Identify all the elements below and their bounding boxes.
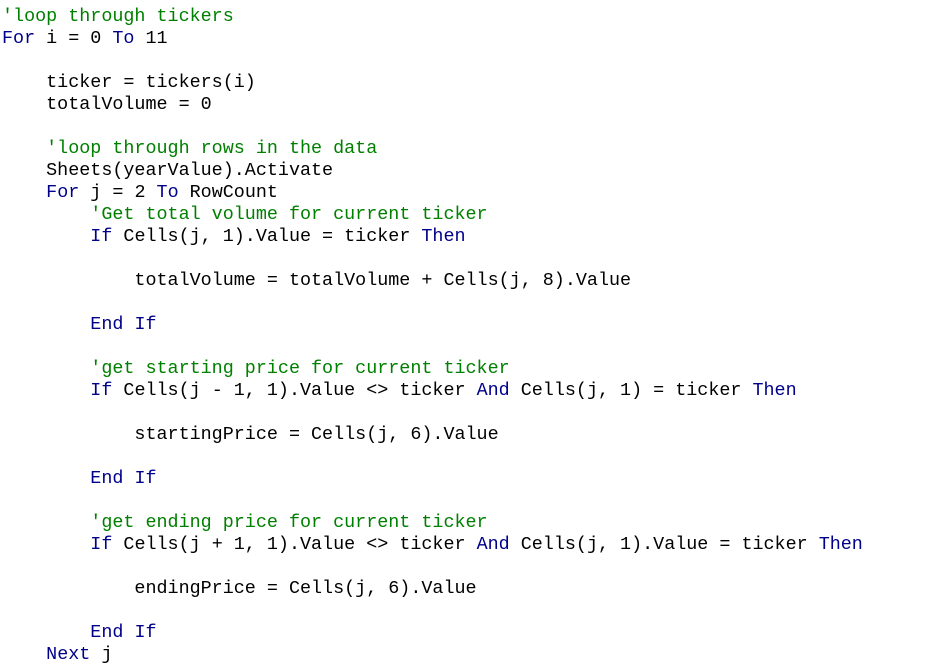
- code-token-plain: j: [90, 644, 113, 664]
- code-token-plain: totalVolume = totalVolume + Cells(j, 8).…: [2, 270, 632, 291]
- code-line[interactable]: For j = 2 To RowCount: [2, 182, 278, 204]
- code-line[interactable]: startingPrice = Cells(j, 6).Value: [2, 424, 499, 446]
- code-line[interactable]: 'Get total volume for current ticker: [2, 204, 488, 226]
- code-token-keyword: And: [476, 534, 510, 555]
- code-token-keyword: And: [476, 380, 510, 401]
- code-line[interactable]: ticker = tickers(i): [2, 72, 256, 94]
- code-token-keyword: Then: [752, 380, 797, 401]
- code-token-keyword: If: [90, 226, 113, 247]
- code-line[interactable]: If Cells(j - 1, 1).Value <> ticker And C…: [2, 380, 797, 402]
- code-token-comment: 'Get total volume for current ticker: [2, 204, 488, 225]
- code-token-plain: i = 0: [35, 28, 113, 49]
- code-line[interactable]: totalVolume = totalVolume + Cells(j, 8).…: [2, 270, 631, 292]
- code-token-plain: totalVolume = 0: [2, 94, 212, 115]
- code-line[interactable]: End If: [2, 622, 157, 644]
- code-token-keyword: If: [90, 380, 113, 401]
- code-token-keyword: End If: [90, 468, 157, 489]
- code-line[interactable]: End If: [2, 314, 157, 336]
- code-token-plain: j = 2: [79, 182, 157, 203]
- code-token-plain: startingPrice = Cells(j, 6).Value: [2, 424, 499, 445]
- code-token-plain: Cells(j, 1).Value = ticker: [112, 226, 422, 247]
- code-token-plain: RowCount: [178, 182, 278, 203]
- code-token-keyword: To: [156, 182, 179, 203]
- code-token-plain: Cells(j, 1).Value = ticker: [509, 534, 819, 555]
- code-line[interactable]: endingPrice = Cells(j, 6).Value: [2, 578, 477, 600]
- code-line[interactable]: 'loop through rows in the data: [2, 138, 377, 160]
- code-token-keyword: For: [2, 28, 36, 49]
- code-token-plain: 11: [134, 28, 168, 49]
- code-token-keyword: Next: [46, 644, 91, 664]
- code-line[interactable]: If Cells(j + 1, 1).Value <> ticker And C…: [2, 534, 863, 556]
- code-line[interactable]: 'loop through tickers: [2, 6, 234, 28]
- code-token-plain: Cells(j + 1, 1).Value <> ticker: [112, 534, 477, 555]
- code-token-keyword: End If: [90, 622, 157, 643]
- code-token-keyword: End If: [90, 314, 157, 335]
- code-line[interactable]: 'get ending price for current ticker: [2, 512, 488, 534]
- code-token-keyword: To: [112, 28, 135, 49]
- code-line[interactable]: End If: [2, 468, 157, 490]
- code-token-plain: Sheets(yearValue).Activate: [2, 160, 334, 181]
- code-line[interactable]: Next j: [2, 644, 112, 664]
- code-line[interactable]: If Cells(j, 1).Value = ticker Then: [2, 226, 466, 248]
- code-token-keyword: Then: [818, 534, 863, 555]
- code-token-plain: Cells(j - 1, 1).Value <> ticker: [112, 380, 477, 401]
- code-line[interactable]: totalVolume = 0: [2, 94, 212, 116]
- code-token-plain: ticker = tickers(i): [2, 72, 256, 93]
- code-line[interactable]: For i = 0 To 11: [2, 28, 168, 50]
- code-token-comment: 'get starting price for current ticker: [2, 358, 510, 379]
- code-token-keyword: Then: [421, 226, 466, 247]
- code-token-comment: 'loop through rows in the data: [2, 138, 378, 159]
- code-line[interactable]: 'get starting price for current ticker: [2, 358, 510, 380]
- code-token-comment: 'get ending price for current ticker: [2, 512, 488, 533]
- code-token-comment: 'loop through tickers: [2, 6, 234, 27]
- code-token-plain: endingPrice = Cells(j, 6).Value: [2, 578, 477, 599]
- code-line[interactable]: Sheets(yearValue).Activate: [2, 160, 333, 182]
- code-token-keyword: For: [46, 182, 80, 203]
- code-editor[interactable]: 'loop through tickers For i = 0 To 11 tic…: [0, 0, 950, 664]
- code-token-plain: Cells(j, 1) = ticker: [509, 380, 753, 401]
- code-token-keyword: If: [90, 534, 113, 555]
